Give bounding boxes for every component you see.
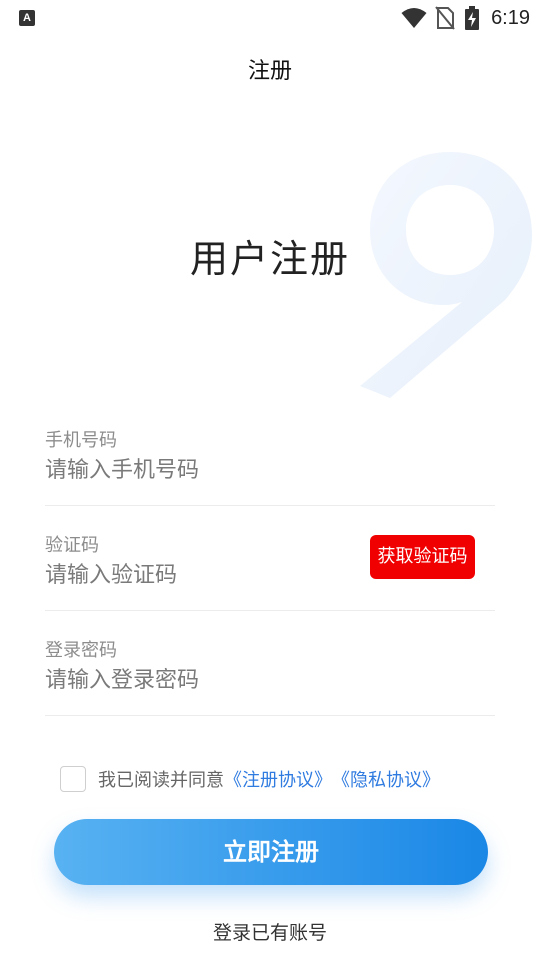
agreement-text: 我已阅读并同意	[98, 770, 224, 791]
status-time: 6:19	[491, 6, 530, 29]
status-icons: 6:19	[401, 6, 530, 30]
battery-charging-icon	[465, 6, 480, 30]
notification-icon: A	[19, 10, 35, 26]
login-existing-account-link[interactable]: 登录已有账号	[0, 918, 540, 945]
agreement-checkbox[interactable]	[60, 766, 86, 792]
code-label: 验证码	[45, 535, 99, 556]
password-input[interactable]	[45, 664, 345, 696]
register-heading: 用户注册	[189, 237, 350, 281]
page-title: 注册	[247, 59, 292, 84]
wifi-icon	[401, 7, 427, 29]
phone-label: 手机号码	[45, 430, 117, 451]
terms-link[interactable]: 《注册协议》	[224, 766, 332, 792]
password-label: 登录密码	[45, 640, 117, 661]
phone-input[interactable]	[45, 454, 345, 486]
register-button[interactable]: 立即注册	[54, 819, 488, 885]
password-field: 登录密码	[45, 612, 495, 716]
agreement-row: 我已阅读并同意 《注册协议》 《隐私协议》	[60, 764, 440, 794]
code-input[interactable]	[45, 559, 305, 591]
privacy-link[interactable]: 《隐私协议》	[332, 766, 440, 792]
get-code-button[interactable]: 获取验证码	[370, 535, 475, 579]
status-bar: A 6:19	[0, 0, 540, 36]
no-sim-icon	[435, 6, 455, 30]
phone-field: 手机号码	[45, 402, 495, 506]
